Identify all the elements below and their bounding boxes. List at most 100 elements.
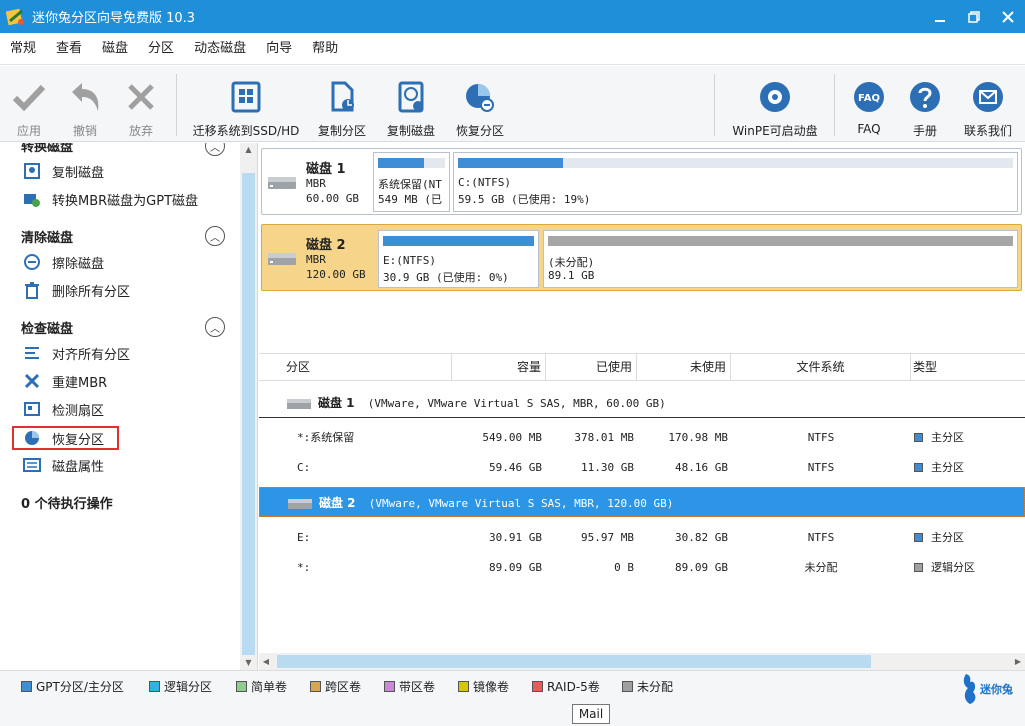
tools-icon <box>23 372 41 390</box>
column-header[interactable]: 类型 <box>911 354 1025 381</box>
action-wipe-disk[interactable]: 擦除磁盘 <box>23 251 104 273</box>
menu-general[interactable]: 常规 <box>0 33 46 65</box>
partition-block[interactable]: E:(NTFS) 30.9 GB (已使用: 0%) <box>378 230 539 288</box>
toolbar-divider <box>834 74 835 136</box>
scroll-down-icon[interactable]: ▼ <box>240 656 257 670</box>
chevron-up-icon[interactable]: ︿ <box>205 317 225 337</box>
window-title: 迷你兔分区向导免费版 10.3 <box>32 11 196 26</box>
manual-button[interactable]: 手册 <box>906 66 944 142</box>
unallocated-swatch <box>914 563 923 572</box>
restore-icon[interactable] <box>957 0 991 33</box>
legend-bar: GPT分区/主分区 逻辑分区 简单卷 跨区卷 带区卷 镜像卷 RAID-5卷 未… <box>0 670 1025 726</box>
hard-disk-icon <box>268 253 296 265</box>
action-surface-test[interactable]: 检测扇区 <box>23 398 104 420</box>
scroll-up-icon[interactable]: ▲ <box>240 143 257 157</box>
copy-disk-icon <box>23 162 41 180</box>
hard-disk-icon <box>268 177 296 189</box>
undo-button[interactable]: 撤销 <box>66 66 104 142</box>
discard-button[interactable]: 放弃 <box>122 66 160 142</box>
column-header[interactable]: 未使用 <box>637 354 731 381</box>
column-header[interactable]: 已使用 <box>546 354 637 381</box>
action-panel: 转换磁盘 ︿ 复制磁盘 转换MBR磁盘为GPT磁盘 清除磁盘 ︿ 擦除磁盘 删除… <box>0 143 258 670</box>
migrate-os-icon <box>226 79 266 115</box>
legend-swatch <box>458 681 469 692</box>
partition-block[interactable]: C:(NTFS) 59.5 GB (已使用: 19%) <box>453 152 1018 212</box>
action-delete-all-partitions[interactable]: 删除所有分区 <box>23 279 130 301</box>
usage-fill <box>548 236 1013 246</box>
legend-swatch <box>310 681 321 692</box>
tooltip: Mail <box>572 704 610 724</box>
x-icon <box>121 79 161 115</box>
action-convert-mbr-to-gpt[interactable]: 转换MBR磁盘为GPT磁盘 <box>23 188 198 210</box>
legend-swatch <box>21 681 32 692</box>
section-convert-disk: 转换磁盘 <box>21 143 74 155</box>
brand-logo: 迷你兔 <box>958 672 1013 706</box>
menu-help[interactable]: 帮助 <box>302 33 348 65</box>
undo-arrow-icon <box>65 79 105 115</box>
column-header[interactable]: 分区 <box>259 354 452 381</box>
primary-partition-swatch <box>914 463 923 472</box>
legend-item: 镜像卷 <box>458 678 509 695</box>
horizontal-scrollbar[interactable]: ◀ ▶ <box>259 653 1025 670</box>
usage-fill <box>378 158 425 168</box>
menu-view[interactable]: 查看 <box>46 33 92 65</box>
rabbit-logo-icon <box>963 674 976 704</box>
table-row[interactable]: *: 89.09 GB 0 B 89.09 GB 未分配 逻辑分区 <box>259 553 1025 583</box>
hard-disk-icon <box>288 499 312 509</box>
mail-icon <box>968 79 1008 115</box>
disk-map: 磁盘 1 MBR 60.00 GB 系统保留(NT 549 MB (已 C:(N… <box>259 143 1025 353</box>
legend-item: 跨区卷 <box>310 678 361 695</box>
legend-swatch <box>384 681 395 692</box>
chevron-up-icon[interactable]: ︿ <box>205 143 225 156</box>
app-logo-icon <box>6 8 24 25</box>
minimize-icon[interactable] <box>923 0 957 33</box>
recover-partition-button[interactable]: 恢复分区 <box>452 66 508 142</box>
scroll-left-icon[interactable]: ◀ <box>259 653 273 670</box>
column-header[interactable]: 文件系统 <box>731 354 911 381</box>
action-copy-disk[interactable]: 复制磁盘 <box>23 160 104 182</box>
legend-item: RAID-5卷 <box>532 678 600 695</box>
copy-disk-button[interactable]: 复制磁盘 <box>383 66 439 142</box>
action-align-all-partitions[interactable]: 对齐所有分区 <box>23 342 130 364</box>
bootable-disc-icon <box>755 79 795 115</box>
usage-fill <box>383 236 534 246</box>
legend-swatch <box>149 681 160 692</box>
section-clean-disk: 清除磁盘 <box>21 231 74 246</box>
chevron-up-icon[interactable]: ︿ <box>205 226 225 246</box>
table-row[interactable]: E: 30.91 GB 95.97 MB 30.82 GB NTFS 主分区 <box>259 523 1025 553</box>
column-header[interactable]: 容量 <box>452 354 546 381</box>
partition-table: 分区 容量 已使用 未使用 文件系统 类型 磁盘 1 (VMware, VMwa… <box>259 353 1025 653</box>
toolbar-divider <box>176 74 177 136</box>
menu-dynamic-disk[interactable]: 动态磁盘 <box>184 33 256 65</box>
table-row[interactable]: *:系统保留 549.00 MB 378.01 MB 170.98 MB NTF… <box>259 423 1025 453</box>
menu-wizard[interactable]: 向导 <box>256 33 302 65</box>
help-question-icon <box>905 79 945 115</box>
legend-item: 未分配 <box>622 678 673 695</box>
apply-button[interactable]: 应用 <box>10 66 48 142</box>
pending-operations: 0 个待执行操作 <box>21 497 113 512</box>
scrollbar-thumb[interactable] <box>242 173 255 655</box>
action-rebuild-mbr[interactable]: 重建MBR <box>23 370 107 392</box>
scrollbar-thumb[interactable] <box>277 655 871 668</box>
title-bar: 迷你兔分区向导免费版 10.3 <box>0 0 1025 33</box>
migrate-os-button[interactable]: 迁移系统到SSD/HD <box>192 66 300 142</box>
disk-row-selected[interactable]: 磁盘 2 (VMware, VMware Virtual S SAS, MBR,… <box>259 487 1025 517</box>
disk-card-selected[interactable]: 磁盘 2 MBR 120.00 GB E:(NTFS) 30.9 GB (已使用… <box>261 224 1022 291</box>
scroll-right-icon[interactable]: ▶ <box>1011 653 1025 670</box>
partition-block[interactable]: 系统保留(NT 549 MB (已 <box>373 152 450 212</box>
action-disk-properties[interactable]: 磁盘属性 <box>23 454 104 476</box>
close-icon[interactable] <box>991 0 1025 33</box>
contact-us-button[interactable]: 联系我们 <box>960 66 1016 142</box>
winpe-bootable-button[interactable]: WinPE可启动盘 <box>728 66 822 142</box>
menu-disk[interactable]: 磁盘 <box>92 33 138 65</box>
sidebar-scrollbar[interactable]: ▲ ▼ <box>240 143 257 670</box>
faq-button[interactable]: FAQ FAQ <box>850 66 888 142</box>
menu-partition[interactable]: 分区 <box>138 33 184 65</box>
usage-bar <box>383 236 534 246</box>
disk-row[interactable]: 磁盘 1 (VMware, VMware Virtual S SAS, MBR,… <box>259 388 1025 418</box>
partition-block[interactable]: (未分配) 89.1 GB <box>543 230 1018 288</box>
menu-bar: 常规 查看 磁盘 分区 动态磁盘 向导 帮助 <box>0 33 1025 65</box>
copy-partition-button[interactable]: 复制分区 <box>314 66 370 142</box>
disk-card[interactable]: 磁盘 1 MBR 60.00 GB 系统保留(NT 549 MB (已 C:(N… <box>261 148 1022 215</box>
table-row[interactable]: C: 59.46 GB 11.30 GB 48.16 GB NTFS 主分区 <box>259 453 1025 483</box>
